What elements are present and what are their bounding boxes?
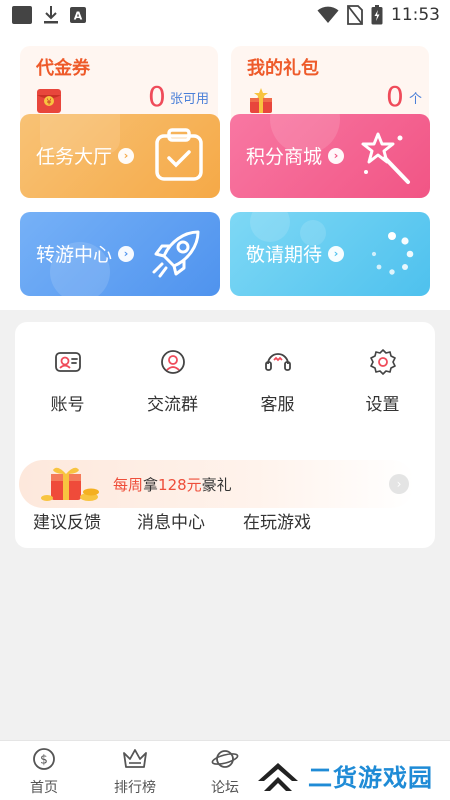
settings-menu-item[interactable]: 设置: [330, 348, 435, 415]
watermark-logo-icon: [258, 763, 298, 791]
gear-icon: [369, 349, 396, 375]
magic-wand-icon: [361, 132, 410, 184]
nav-home-label: 首页: [30, 780, 58, 796]
chevron-right-icon[interactable]: ›: [389, 474, 409, 494]
crown-icon: [123, 749, 147, 768]
download-icon: [44, 6, 58, 24]
chat-group-icon: [160, 350, 185, 374]
wifi-icon: [317, 6, 339, 23]
loading-spinner-icon: [371, 232, 414, 275]
banner-text: 每周拿128元豪礼: [113, 476, 232, 494]
chat-group-menu-item[interactable]: 交流群: [120, 348, 225, 415]
red-envelope-icon: ¥: [37, 89, 61, 113]
transfer-center-tile[interactable]: 转游中心 ›: [20, 212, 220, 296]
gift-pile-icon: [41, 467, 99, 501]
notification-app-icon: [12, 6, 32, 24]
coming-soon-tile[interactable]: 敬请期待 ›: [230, 212, 430, 296]
coming-soon-label: 敬请期待: [246, 244, 323, 266]
weekly-gift-banner[interactable]: 每周拿128元豪礼 ›: [19, 460, 415, 508]
coupon-count: 0: [148, 80, 166, 113]
site-watermark: 二货游戏园: [256, 750, 450, 800]
rocket-icon: [152, 230, 200, 278]
chevron-right-icon: ›: [328, 245, 345, 262]
playing-games-menu-item[interactable]: 在玩游戏: [243, 508, 311, 533]
task-hall-label: 任务大厅: [36, 146, 113, 168]
chevron-right-icon: ›: [118, 147, 135, 164]
clock: 11:53: [391, 5, 440, 25]
customer-service-label: 客服: [260, 395, 295, 415]
transfer-center-label: 转游中心: [36, 244, 113, 266]
nav-forum-label: 论坛: [211, 780, 239, 796]
chevron-right-icon: ›: [118, 245, 135, 262]
feedback-menu-item[interactable]: 建议反馈: [33, 508, 101, 533]
gift-pack-unit: 个: [409, 92, 423, 107]
nav-home[interactable]: $ 首页: [9, 747, 79, 797]
chevron-right-icon: ›: [328, 147, 345, 164]
coupon-title: 代金券: [36, 58, 90, 79]
account-menu-item[interactable]: 账号: [15, 348, 120, 415]
points-mall-label: 积分商城: [246, 146, 323, 168]
nav-forum[interactable]: 论坛: [190, 747, 260, 797]
nav-ranking-label: 排行榜: [114, 780, 156, 796]
coupon-unit: 张可用: [170, 92, 210, 107]
customer-service-icon: [264, 353, 291, 371]
message-center-menu-item[interactable]: 消息中心: [137, 508, 205, 533]
gift-box-icon: [250, 88, 272, 113]
planet-icon: [211, 750, 239, 768]
menu-card: 账号 交流群 客服 设置 每周拿128元豪礼 › 建议反馈 消息中心 在玩游戏: [15, 322, 435, 548]
settings-label: 设置: [365, 395, 400, 415]
nav-ranking[interactable]: 排行榜: [100, 747, 170, 797]
svg-text:A: A: [74, 10, 83, 23]
customer-service-menu-item[interactable]: 客服: [225, 348, 330, 415]
points-mall-tile[interactable]: 积分商城 ›: [230, 114, 430, 198]
watermark-text: 二货游戏园: [308, 763, 433, 792]
account-icon: [54, 352, 81, 372]
no-sim-icon: [347, 5, 363, 25]
font-a-icon: A: [70, 7, 86, 23]
status-bar: A 11:53: [0, 0, 450, 30]
home-coin-icon: $: [33, 748, 55, 770]
account-label: 账号: [50, 395, 85, 415]
svg-text:¥: ¥: [46, 98, 51, 107]
top-section: 代金券 ¥ 0 张可用 我的礼包 0 个 任务大厅 › 积分商城 › 转游中心 …: [0, 30, 450, 310]
gift-pack-title: 我的礼包: [247, 58, 319, 79]
chat-group-label: 交流群: [147, 395, 198, 415]
gift-pack-count: 0: [386, 80, 404, 113]
svg-text:$: $: [40, 753, 48, 767]
task-hall-tile[interactable]: 任务大厅 ›: [20, 114, 220, 198]
battery-charging-icon: [371, 5, 383, 25]
clipboard-check-icon: [155, 128, 203, 181]
